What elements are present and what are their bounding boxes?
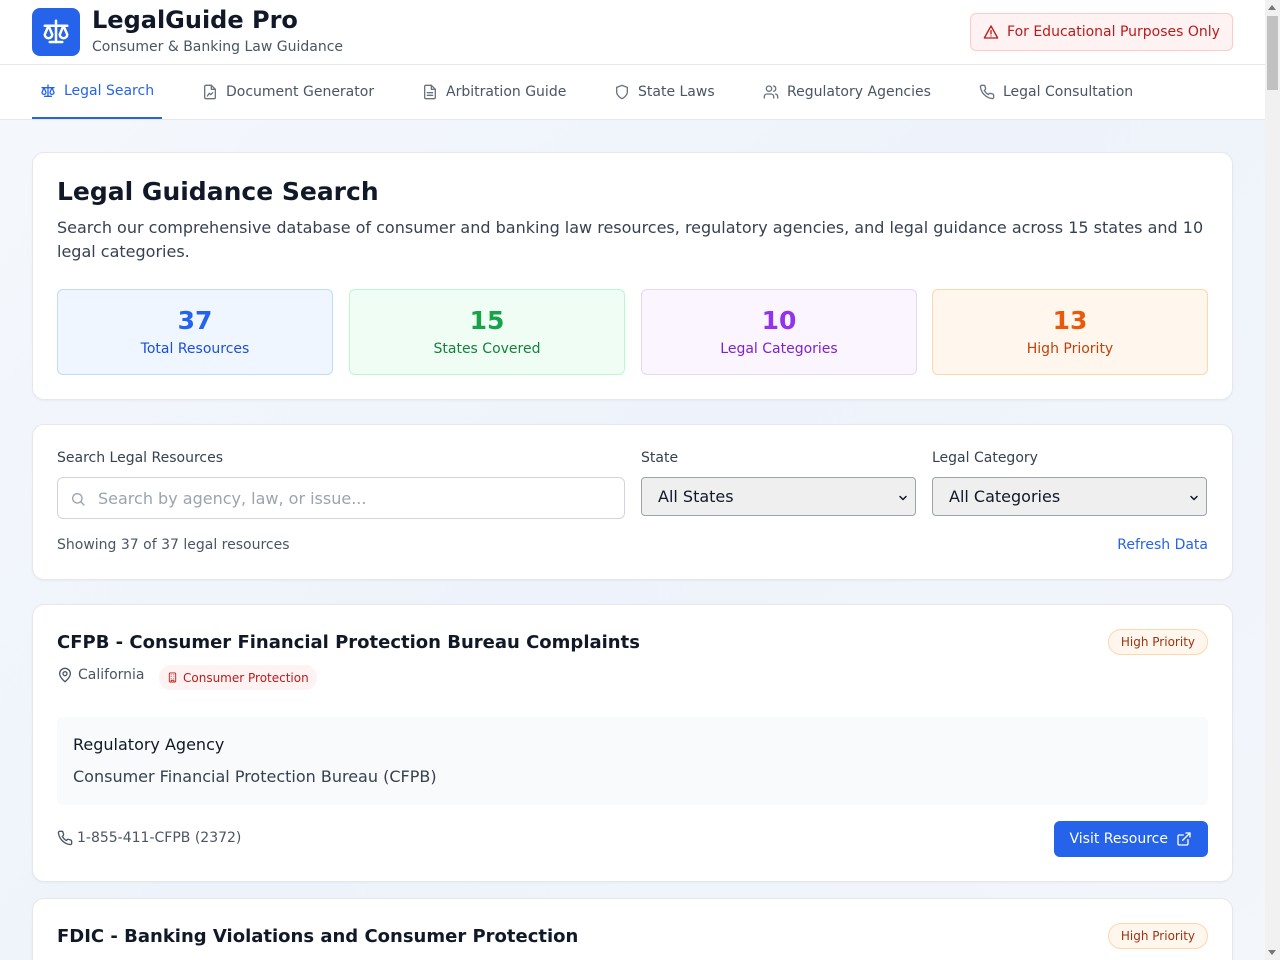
stat-high-priority: 13 High Priority — [932, 289, 1208, 375]
result-count: Showing 37 of 37 legal resources — [57, 537, 290, 553]
priority-badge: High Priority — [1107, 923, 1208, 949]
logo — [32, 8, 80, 56]
disclaimer-text: For Educational Purposes Only — [1007, 24, 1220, 40]
tab-label: Legal Consultation — [1003, 84, 1134, 100]
app-header: LegalGuide Pro Consumer & Banking Law Gu… — [0, 0, 1265, 65]
stat-label: States Covered — [433, 341, 541, 357]
resource-card: CFPB - Consumer Financial Protection Bur… — [32, 604, 1233, 882]
stat-total-resources: 37 Total Resources — [57, 289, 333, 375]
app-title: LegalGuide Pro — [92, 6, 298, 34]
tab-arbitration-guide[interactable]: Arbitration Guide — [414, 65, 574, 119]
priority-badge: High Priority — [1107, 629, 1208, 655]
chevron-down-icon — [1190, 495, 1198, 501]
tab-label: Legal Search — [64, 83, 155, 99]
search-icon — [72, 493, 85, 506]
warning-icon — [983, 25, 999, 39]
state-select-value: All States — [658, 487, 734, 506]
tab-document-generator[interactable]: Document Generator — [194, 65, 382, 119]
tab-regulatory-agencies[interactable]: Regulatory Agencies — [755, 65, 939, 119]
category-text: Consumer Protection — [183, 670, 309, 685]
category-select-value: All Categories — [949, 487, 1061, 506]
stat-legal-categories: 10 Legal Categories — [641, 289, 917, 375]
shield-icon — [616, 84, 628, 100]
phone-icon — [979, 84, 995, 100]
search-input[interactable] — [58, 488, 624, 508]
resource-phone: 1-855-411-CFPB (2372) — [57, 830, 241, 846]
tab-label: Arbitration Guide — [446, 84, 567, 100]
scale-icon — [43, 19, 69, 44]
category-label: Legal Category — [932, 450, 1038, 466]
main-nav: Legal Search Document Generator Arbitrat… — [0, 65, 1265, 120]
tab-state-laws[interactable]: State Laws — [606, 65, 723, 119]
phone-number: 1-855-411-CFPB (2372) — [77, 830, 242, 846]
stat-value: 15 — [469, 306, 505, 335]
map-pin-icon — [59, 667, 71, 683]
tab-label: Document Generator — [226, 84, 375, 100]
state-select[interactable]: All States — [641, 477, 916, 516]
stat-value: 37 — [177, 306, 213, 335]
category-badge: Consumer Protection — [159, 665, 317, 690]
refresh-data-link[interactable]: Refresh Data — [1117, 537, 1208, 553]
stat-states-covered: 15 States Covered — [349, 289, 625, 375]
scroll-up-arrow-icon[interactable] — [1268, 5, 1276, 10]
building-icon — [168, 672, 177, 683]
agency-name: Consumer Financial Protection Bureau (CF… — [73, 767, 437, 786]
resource-title: CFPB - Consumer Financial Protection Bur… — [57, 632, 640, 653]
file-signature-icon — [204, 84, 216, 100]
tab-legal-consultation[interactable]: Legal Consultation — [971, 65, 1141, 119]
stat-value: 10 — [761, 306, 797, 335]
agency-box: Regulatory Agency Consumer Financial Pro… — [57, 717, 1208, 805]
scroll-thumb[interactable] — [1267, 16, 1278, 90]
scroll-down-arrow-icon[interactable] — [1268, 950, 1276, 955]
chevron-down-icon — [899, 495, 907, 501]
scale-icon — [41, 84, 55, 97]
visit-resource-label: Visit Resource — [1069, 831, 1169, 847]
resource-title: FDIC - Banking Violations and Consumer P… — [57, 926, 579, 947]
disclaimer-badge: For Educational Purposes Only — [970, 13, 1233, 51]
search-card: Search Legal Resources State All States … — [32, 424, 1233, 580]
tab-legal-search[interactable]: Legal Search — [32, 65, 163, 119]
visit-resource-button[interactable]: Visit Resource — [1053, 821, 1208, 857]
agency-label: Regulatory Agency — [73, 735, 225, 754]
stat-label: Legal Categories — [720, 341, 838, 357]
users-icon — [763, 85, 779, 99]
page-scrollbar[interactable] — [1265, 0, 1280, 960]
tab-label: State Laws — [638, 84, 715, 100]
page-title: Legal Guidance Search — [57, 177, 379, 206]
external-link-icon — [1177, 832, 1191, 846]
stat-label: Total Resources — [140, 341, 250, 357]
stat-label: High Priority — [1026, 341, 1114, 357]
stat-value: 13 — [1052, 306, 1088, 335]
resource-state: California — [78, 667, 145, 683]
hero-card: Legal Guidance Search Search our compreh… — [32, 152, 1233, 400]
category-select[interactable]: All Categories — [932, 477, 1207, 516]
phone-icon — [57, 830, 73, 846]
app-subtitle: Consumer & Banking Law Guidance — [92, 39, 344, 55]
page-description: Search our comprehensive database of con… — [57, 218, 1204, 261]
resource-location: California — [57, 667, 144, 683]
tab-label: Regulatory Agencies — [787, 84, 931, 100]
resource-card: FDIC - Banking Violations and Consumer P… — [32, 898, 1233, 960]
search-field[interactable] — [57, 477, 625, 519]
state-label: State — [641, 450, 679, 466]
search-label: Search Legal Resources — [57, 450, 224, 466]
file-text-icon — [424, 84, 436, 100]
